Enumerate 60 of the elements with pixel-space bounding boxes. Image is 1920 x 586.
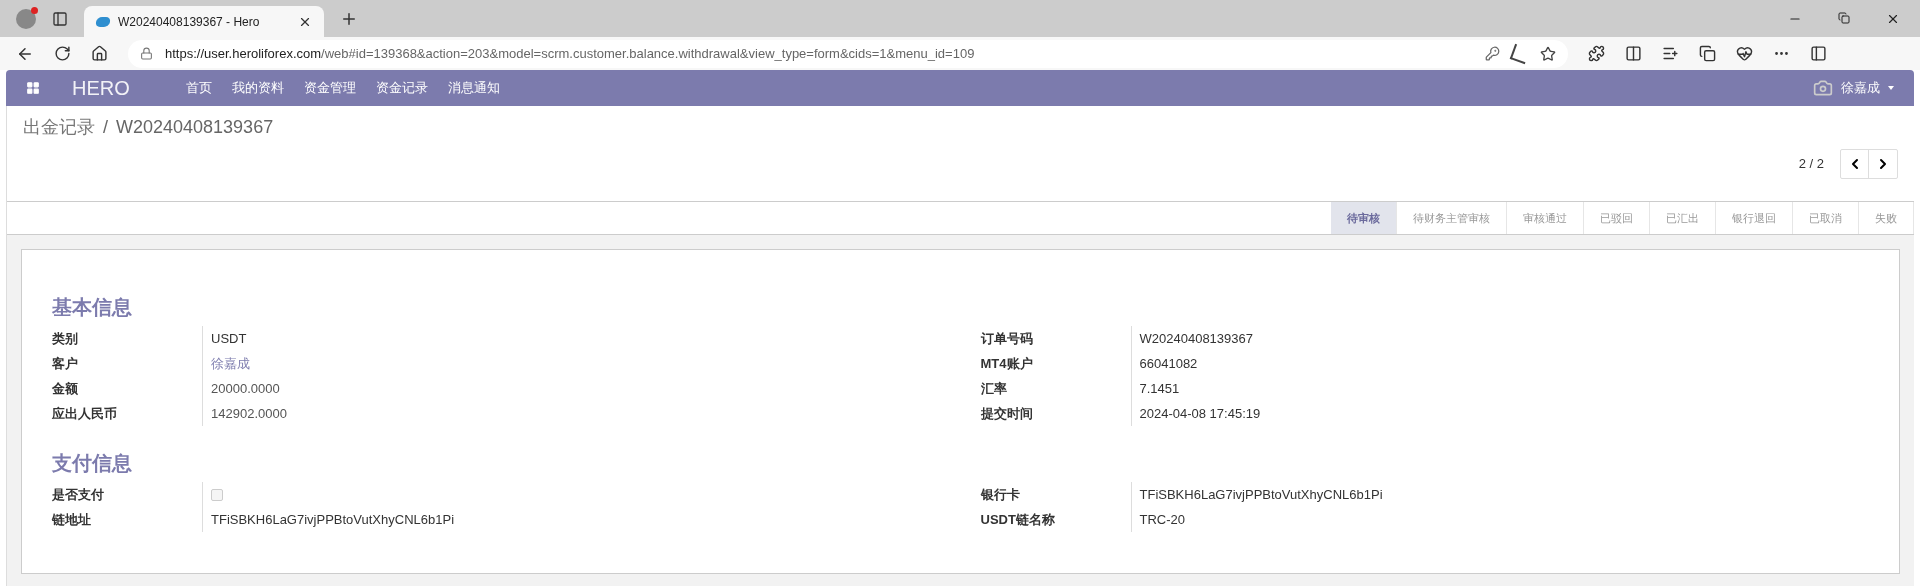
field-label: 客户 <box>52 354 79 373</box>
field-label: 汇率 <box>980 379 1008 398</box>
address-bar[interactable]: https://user.heroliforex.com/web#id=139368&action=203&model=scrm.customer.balance.withdrawal&view_type=form&cids=1&menu_id=109 <box>128 39 1568 68</box>
site-favicon-icon <box>94 16 112 27</box>
tab-title: W20240408139367 - Hero <box>118 13 261 31</box>
caret-icon <box>1888 86 1894 90</box>
home-icon[interactable] <box>91 45 108 62</box>
breadcrumb-link[interactable]: 出金记录 <box>23 117 95 137</box>
user-avatar-icon <box>1813 78 1833 98</box>
customer-link[interactable]: 徐嘉成 <box>211 353 250 374</box>
restore-icon[interactable] <box>1838 11 1850 24</box>
favorites-icon[interactable] <box>1662 45 1679 62</box>
field-label: 提交时间 <box>980 404 1034 423</box>
field-label: 金额 <box>52 379 79 398</box>
nav-menu-item[interactable]: 资金记录 <box>375 78 428 98</box>
field-value: TFiSBKH6LaG7ivjPPBtoVutXhyCNL6b1Pi <box>211 510 455 529</box>
reload-icon[interactable] <box>54 45 71 62</box>
field-label: MT4账户 <box>980 354 1034 373</box>
section-title: 支付信息 <box>52 451 133 476</box>
key-icon[interactable] <box>1485 46 1500 61</box>
url-text: https://user.heroliforex.com/web#id=139368&action=203&model=scrm.customer.balance.withdrawal&view_type=form&cids=1&menu_id=109 <box>165 44 976 63</box>
apps-menu-icon[interactable] <box>26 81 40 95</box>
nav-menu-item[interactable]: 消息通知 <box>447 78 500 98</box>
browser-tab[interactable]: W20240408139367 - Hero <box>84 6 324 37</box>
sidebar-icon[interactable] <box>1810 45 1827 62</box>
nav-menu-item[interactable]: 资金管理 <box>303 78 356 98</box>
field-value: W20240408139367 <box>1139 329 1253 348</box>
field-label: 订单号码 <box>980 329 1034 348</box>
health-icon[interactable] <box>1736 45 1753 62</box>
nav-menu-item[interactable]: 首页 <box>185 78 212 98</box>
field-value: 7.1451 <box>1139 379 1180 398</box>
section-title: 基本信息 <box>52 295 133 320</box>
field-label: 是否支付 <box>52 485 105 504</box>
field-value: 66041082 <box>1139 354 1198 373</box>
profile-icon[interactable] <box>16 8 36 29</box>
favorite-star-icon[interactable] <box>1540 45 1556 62</box>
split-screen-icon[interactable] <box>1625 45 1642 62</box>
field-label: 类别 <box>52 329 79 348</box>
user-menu[interactable]: 徐嘉成 <box>1841 78 1880 98</box>
status-stage[interactable]: 待审核 <box>1331 202 1397 234</box>
lock-icon <box>140 47 153 60</box>
pager-counter: 2 / 2 <box>1798 155 1824 174</box>
field-label: 链地址 <box>52 510 92 529</box>
field-value: 2024-04-08 17:45:19 <box>1139 404 1261 423</box>
field-label: USDT链名称 <box>980 510 1056 529</box>
field-value: 20000.0000 <box>211 379 280 398</box>
field-value: USDT <box>211 329 247 348</box>
tab-actions-icon[interactable] <box>52 10 68 27</box>
field-label: 银行卡 <box>980 485 1021 504</box>
collections-icon[interactable] <box>1699 45 1716 62</box>
breadcrumb-separator: / <box>103 117 108 137</box>
field-value: TFiSBKH6LaG7ivjPPBtoVutXhyCNL6b1Pi <box>1139 485 1383 504</box>
extensions-icon[interactable] <box>1588 45 1605 62</box>
brand-name: HERO <box>72 76 130 101</box>
nav-menu-item[interactable]: 我的资料 <box>231 78 284 98</box>
field-label: 应出人民币 <box>52 404 118 423</box>
breadcrumb-current: W20240408139367 <box>116 117 274 137</box>
paid-checkbox[interactable] <box>211 488 223 501</box>
field-value: TRC-20 <box>1139 510 1185 529</box>
field-value: 142902.0000 <box>211 404 287 423</box>
